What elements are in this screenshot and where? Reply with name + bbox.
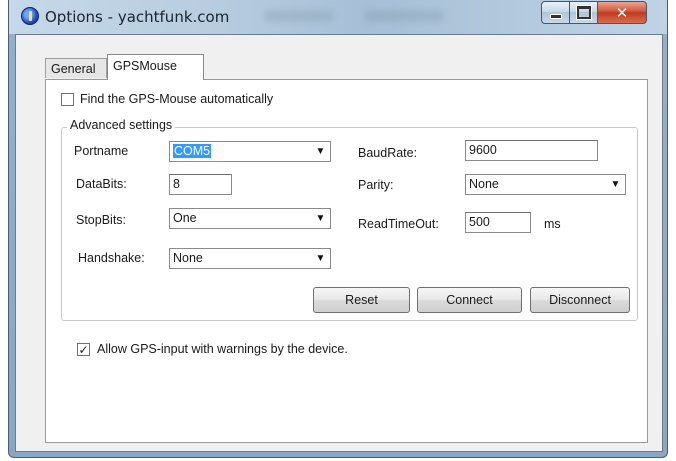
portname-label: Portname bbox=[74, 144, 129, 158]
handshake-value: None bbox=[173, 251, 203, 265]
readtimeout-field[interactable]: 500 bbox=[465, 212, 531, 233]
app-icon bbox=[21, 7, 39, 25]
check-icon: ✓ bbox=[78, 342, 89, 357]
window-title: Options - yachtfunk.com bbox=[45, 8, 230, 26]
allow-warnings-label: Allow GPS-input with warnings by the dev… bbox=[97, 342, 348, 356]
close-icon: ✕ bbox=[615, 3, 629, 22]
reset-button[interactable]: Reset bbox=[313, 287, 410, 313]
disconnect-button[interactable]: Disconnect bbox=[530, 287, 630, 313]
handshake-label: Handshake: bbox=[78, 251, 145, 265]
minimize-button[interactable] bbox=[541, 1, 570, 24]
parity-select[interactable]: None ▼ bbox=[465, 174, 626, 195]
portname-value: COM5 bbox=[173, 144, 212, 158]
minimize-icon bbox=[549, 14, 562, 19]
tab-gpsmouse[interactable]: GPSMouse bbox=[107, 54, 204, 80]
handshake-select[interactable]: None ▼ bbox=[169, 248, 331, 269]
portname-select[interactable]: COM5 ▼ bbox=[169, 141, 331, 162]
chevron-down-icon[interactable]: ▼ bbox=[311, 209, 330, 228]
auto-find-checkbox[interactable] bbox=[61, 93, 74, 106]
tab-general[interactable]: General bbox=[45, 58, 107, 78]
databits-label: DataBits: bbox=[76, 177, 127, 191]
chevron-down-icon[interactable]: ▼ bbox=[606, 175, 625, 194]
allow-warnings-checkbox[interactable]: ✓ bbox=[77, 343, 90, 356]
databits-field[interactable]: 8 bbox=[169, 174, 232, 195]
tab-gpsmouse-label: GPSMouse bbox=[113, 59, 177, 73]
maximize-button[interactable] bbox=[569, 1, 598, 24]
title-bar-blur bbox=[364, 10, 444, 22]
chevron-down-icon[interactable]: ▼ bbox=[311, 142, 330, 161]
tab-general-label: General bbox=[51, 62, 96, 76]
stopbits-label: StopBits: bbox=[76, 213, 127, 227]
connect-button[interactable]: Connect bbox=[417, 287, 522, 313]
baudrate-field[interactable]: 9600 bbox=[465, 140, 598, 161]
close-button[interactable]: ✕ bbox=[597, 1, 647, 24]
auto-find-label: Find the GPS-Mouse automatically bbox=[80, 92, 274, 106]
advanced-settings-legend: Advanced settings bbox=[67, 118, 176, 132]
title-bar-blur bbox=[264, 10, 334, 22]
baudrate-label: BaudRate: bbox=[358, 146, 418, 160]
parity-label: Parity: bbox=[358, 178, 394, 192]
readtimeout-unit: ms bbox=[544, 217, 561, 231]
stopbits-value: One bbox=[173, 211, 197, 225]
chevron-down-icon[interactable]: ▼ bbox=[311, 249, 330, 268]
readtimeout-label: ReadTimeOut: bbox=[358, 217, 439, 231]
stopbits-select[interactable]: One ▼ bbox=[169, 208, 331, 229]
parity-value: None bbox=[469, 177, 499, 191]
maximize-icon bbox=[576, 6, 591, 19]
